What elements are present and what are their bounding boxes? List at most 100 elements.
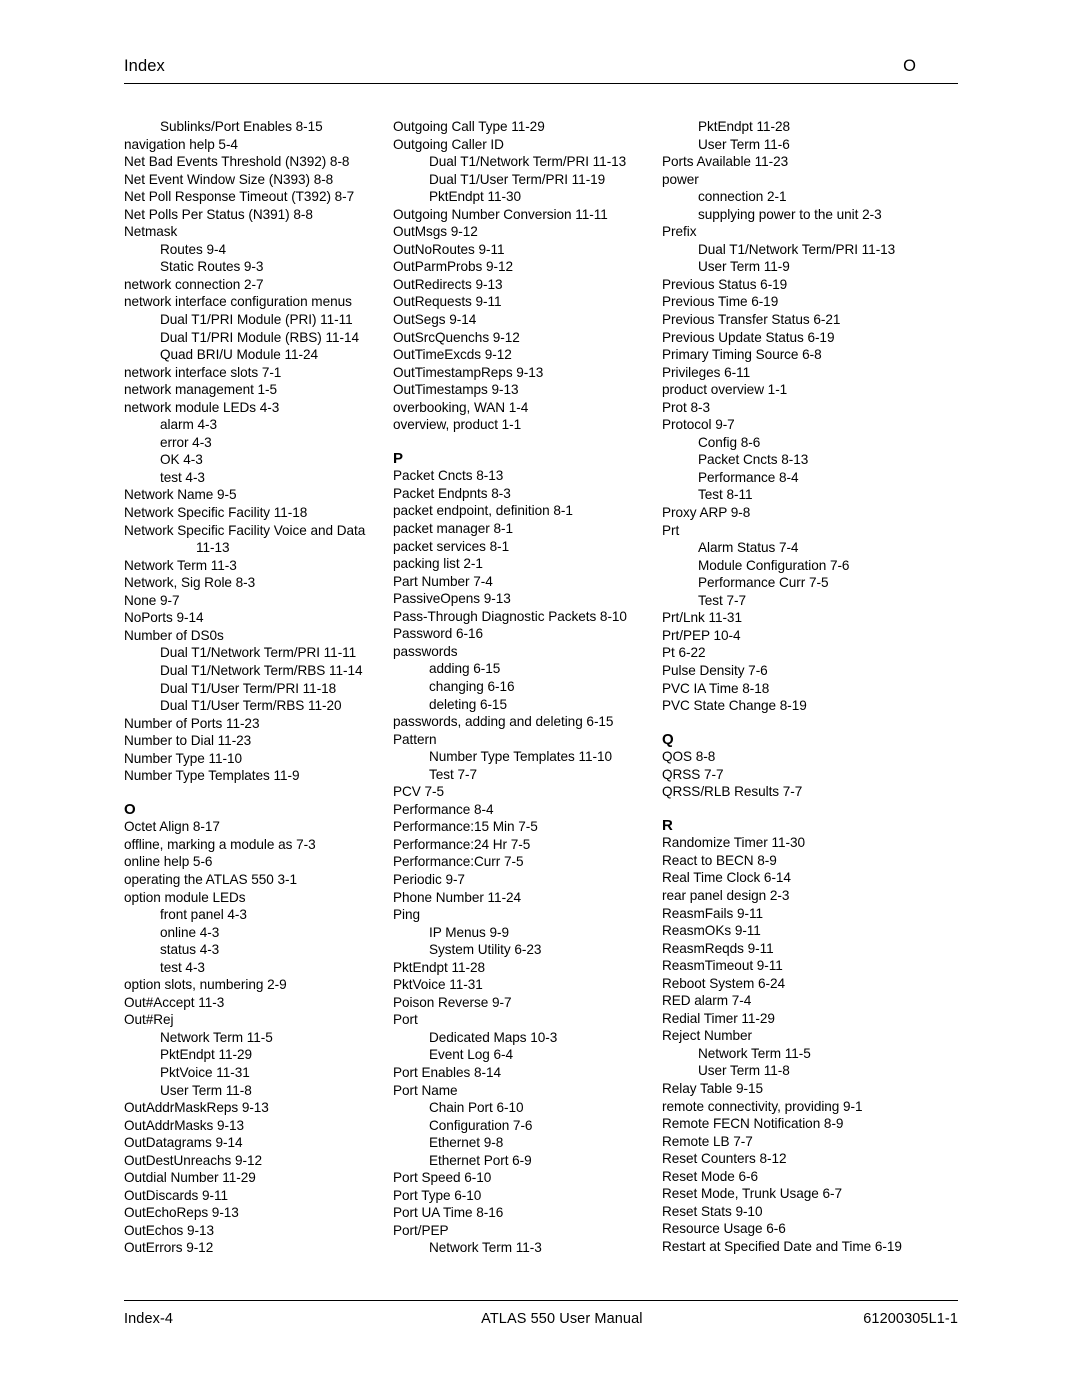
index-entry: Number Type 11-10: [124, 750, 243, 766]
index-entry: OutRedirects 9-13: [393, 276, 503, 292]
index-entry: Performance 8-4: [698, 469, 799, 485]
index-entry: Dual T1/User Term/RBS 11-20: [160, 698, 342, 714]
index-entry: Real Time Clock 6-14: [662, 870, 791, 886]
index-entry: Previous Status 6-19: [662, 276, 788, 292]
index-entry: Ports Available 11-23: [662, 154, 789, 170]
index-entry: Test 7-7: [698, 592, 746, 608]
index-entry: Port: [393, 1012, 418, 1028]
index-entry: OutDatagrams 9-14: [124, 1135, 243, 1151]
index-entry: passwords: [393, 643, 458, 659]
index-entry: Reject Number: [662, 1028, 753, 1044]
index-entry: Routes 9-4: [160, 241, 226, 257]
index-entry: Outdial Number 11-29: [124, 1170, 256, 1186]
index-entry: Alarm Status 7-4: [698, 540, 799, 556]
index-entry: Outgoing Call Type 11-29: [393, 119, 545, 134]
index-letter-heading: R: [662, 816, 673, 834]
index-entry: 11-13: [196, 540, 230, 556]
index-entry: Prt/Lnk 11-31: [662, 610, 742, 626]
index-entry: Relay Table 9-15: [662, 1080, 763, 1096]
index-entry: PktEndpt 11-29: [160, 1047, 253, 1063]
index-entry: PktEndpt 11-28: [698, 119, 791, 134]
index-entry: overview, product 1-1: [393, 417, 522, 433]
index-entry: Previous Time 6-19: [662, 294, 779, 310]
index-entry: Dual T1/PRI Module (RBS) 11-14: [160, 329, 359, 345]
index-entry: Reboot System 6-24: [662, 975, 786, 991]
index-entry: navigation help 5-4: [124, 136, 238, 152]
index-entry: OutParmProbs 9-12: [393, 259, 514, 275]
index-entry: Port Enables 8-14: [393, 1064, 501, 1080]
index-entry: remote connectivity, providing 9-1: [662, 1098, 863, 1114]
index-entry: System Utility 6-23: [429, 942, 542, 958]
index-entry: Netmask: [124, 224, 178, 240]
index-entry: Net Bad Events Threshold (N392) 8-8: [124, 154, 350, 170]
index-entry: RED alarm 7-4: [662, 993, 752, 1009]
index-entry: online help 5-6: [124, 854, 213, 870]
index-entry: Event Log 6-4: [429, 1047, 513, 1063]
index-entry: packet services 8-1: [393, 538, 510, 554]
index-entry: Chain Port 6-10: [429, 1100, 524, 1116]
index-entry: Performance:Curr 7-5: [393, 854, 524, 870]
index-entry: User Term 11-6: [698, 136, 790, 152]
index-entry: Network Specific Facility 11-18: [124, 505, 308, 521]
index-entry: OutTimeExcds 9-12: [393, 347, 512, 363]
index-entry: Port Speed 6-10: [393, 1170, 492, 1186]
header-letter-marker: O: [903, 57, 916, 75]
index-entry: Quad BRI/U Module 11-24: [160, 347, 319, 363]
page-header: Index O: [124, 52, 958, 98]
index-entry: OutSrcQuenchs 9-12: [393, 329, 520, 345]
index-entry: OutDiscards 9-11: [124, 1187, 228, 1203]
footer-page-number: Index-4: [124, 1311, 174, 1327]
index-entry: deleting 6-15: [429, 696, 507, 712]
index-entry: passwords, adding and deleting 6-15: [393, 714, 614, 730]
header-section-label: Index: [124, 57, 165, 75]
index-entry: overbooking, WAN 1-4: [393, 399, 529, 415]
index-entry: test 4-3: [160, 469, 205, 485]
index-entry: ReasmReqds 9-11: [662, 940, 774, 956]
header-divider: [124, 83, 958, 84]
index-entry: IP Menus 9-9: [429, 924, 510, 940]
index-entry: ReasmFails 9-11: [662, 905, 763, 921]
index-entry: Previous Transfer Status 6-21: [662, 312, 841, 328]
index-entry: Octet Align 8-17: [124, 819, 220, 835]
index-entry: Reset Mode, Trunk Usage 6-7: [662, 1186, 842, 1202]
index-entry: User Term 11-9: [698, 259, 790, 275]
index-entry: Protocol 9-7: [662, 417, 735, 433]
index-entry: Network Name 9-5: [124, 487, 237, 503]
index-entry: Redial Timer 11-29: [662, 1010, 775, 1026]
index-entry: Outgoing Number Conversion 11-11: [393, 206, 608, 222]
index-entry: Privileges 6-11: [662, 364, 751, 380]
index-entry: OutSegs 9-14: [393, 312, 477, 328]
index-entry: PassiveOpens 9-13: [393, 591, 511, 607]
index-entry: Packet Endpnts 8-3: [393, 485, 511, 501]
index-entry: option slots, numbering 2-9: [124, 977, 287, 993]
index-entry: adding 6-15: [429, 661, 501, 677]
index-entry: ReasmOKs 9-11: [662, 923, 761, 939]
index-entry: Number Type Templates 11-10: [429, 749, 613, 765]
index-entry: Periodic 9-7: [393, 871, 465, 887]
index-entry: Dual T1/PRI Module (PRI) 11-11: [160, 312, 353, 328]
index-entry: Pattern: [393, 731, 437, 747]
index-entry: Packet Cncts 8-13: [393, 468, 504, 484]
index-entry: PVC State Change 8-19: [662, 698, 807, 714]
index-entry: React to BECN 8-9: [662, 852, 777, 868]
index-entry: PktVoice 11-31: [393, 977, 483, 993]
index-entry: QRSS/RLB Results 7-7: [662, 784, 803, 800]
index-entry: Performance Curr 7-5: [698, 575, 829, 591]
index-entry: Port Name: [393, 1082, 458, 1098]
index-entry: OutTimestampReps 9-13: [393, 364, 544, 380]
index-entry: OutDestUnreachs 9-12: [124, 1152, 263, 1168]
index-entry: OutAddrMasks 9-13: [124, 1117, 245, 1133]
index-entry: Primary Timing Source 6-8: [662, 347, 822, 363]
index-entry: Ethernet 9-8: [429, 1135, 504, 1151]
index-entry: Proxy ARP 9-8: [662, 505, 751, 521]
index-entry: Net Polls Per Status (N391) 8-8: [124, 206, 313, 222]
index-entry: User Term 11-8: [160, 1082, 252, 1098]
index-entry: packet manager 8-1: [393, 521, 514, 537]
index-entry: network interface configuration menus: [124, 294, 352, 310]
index-entry: Sublinks/Port Enables 8-15: [160, 119, 323, 134]
header-row: Index O: [124, 52, 958, 76]
index-entry: PVC IA Time 8-18: [662, 680, 770, 696]
index-letter-heading: O: [124, 800, 136, 818]
index-entry: status 4-3: [160, 942, 220, 958]
index-entry: OutNoRoutes 9-11: [393, 241, 505, 257]
